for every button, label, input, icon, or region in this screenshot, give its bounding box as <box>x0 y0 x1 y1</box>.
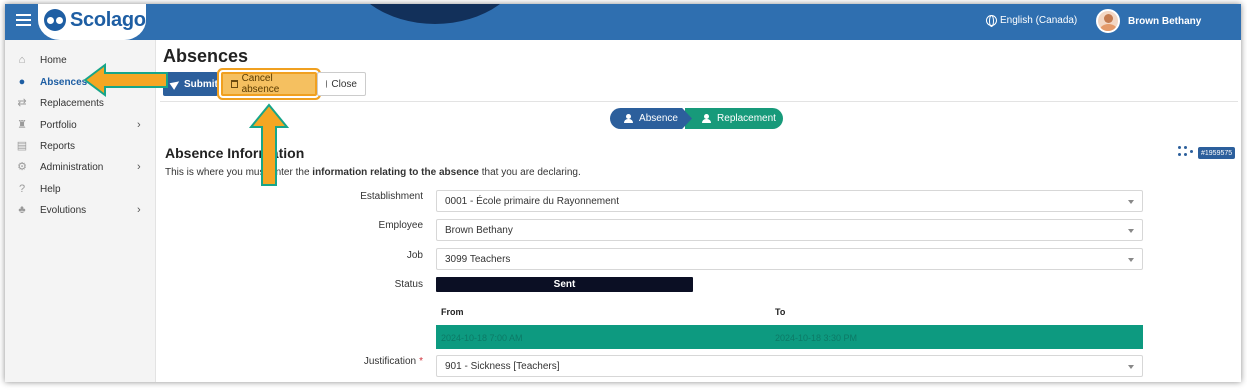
language-label: English (Canada) <box>1000 15 1078 26</box>
trash-icon <box>231 80 238 88</box>
annotation-arrow-up-icon <box>249 103 289 186</box>
justification-label-text: Justification <box>363 356 417 367</box>
desc-bold: information relating to the absence <box>312 167 479 178</box>
sidebar-item-reports[interactable]: ▤ Reports <box>5 136 156 156</box>
app-window: Scolago English (Canada) Brown Bethany ⌂… <box>5 4 1241 382</box>
step-replacement[interactable]: Replacement <box>685 108 783 129</box>
close-label: Close <box>331 78 357 90</box>
sidebar-item-portfolio[interactable]: ♜ Portfolio › <box>5 115 156 135</box>
required-marker: * <box>419 356 423 367</box>
desc-suffix: that you are declaring. <box>479 167 581 178</box>
to-header: To <box>775 307 786 317</box>
sprout-icon: ♣ <box>18 204 26 216</box>
home-icon: ⌂ <box>18 54 26 66</box>
desc-prefix: This is where you must enter the <box>165 167 313 178</box>
header-decoration <box>345 4 525 24</box>
sidebar-item-evolutions[interactable]: ♣ Evolutions › <box>5 200 156 220</box>
section-description: This is where you must enter the informa… <box>165 167 581 178</box>
justification-value: 901 - Sickness [Teachers] <box>445 360 560 372</box>
chevron-right-icon: › <box>137 161 141 173</box>
user-absence-icon: ● <box>18 76 26 88</box>
sidebar-item-label: Evolutions <box>40 204 87 216</box>
page-title: Absences <box>163 46 249 66</box>
establishment-select[interactable]: 0001 - École primaire du Rayonnement <box>436 190 1143 212</box>
cancel-absence-button[interactable]: Cancel absence <box>219 70 319 98</box>
user-icon <box>702 114 712 123</box>
chevron-right-icon: › <box>137 119 141 131</box>
report-icon: ▤ <box>16 140 28 152</box>
user-menu[interactable]: Brown Bethany <box>1096 9 1201 33</box>
sidebar-item-label: Help <box>40 183 61 195</box>
employee-label: Employee <box>378 220 423 231</box>
employee-value: Brown Bethany <box>445 224 513 236</box>
trophy-icon: ♜ <box>17 119 27 131</box>
close-icon <box>326 80 328 88</box>
establishment-label: Establishment <box>360 191 423 202</box>
top-bar: Scolago English (Canada) Brown Bethany <box>5 4 1241 40</box>
step-absence[interactable]: Absence <box>610 108 692 129</box>
sidebar-item-label: Administration <box>40 161 104 173</box>
avatar <box>1096 9 1120 33</box>
logo-text: Scolago <box>70 8 146 31</box>
to-value: 2024-10-18 3:30 PM <box>775 333 858 343</box>
submit-label: Submit <box>184 78 218 90</box>
sidebar-item-administration[interactable]: ⚙ Administration › <box>5 157 156 177</box>
close-button[interactable]: Close <box>317 72 366 96</box>
workflow-icon[interactable] <box>1178 146 1194 158</box>
sidebar-item-label: Absences <box>40 76 88 88</box>
justification-select[interactable]: 901 - Sickness [Teachers] <box>436 355 1143 377</box>
establishment-value: 0001 - École primaire du Rayonnement <box>445 195 619 207</box>
toolbar-divider <box>160 101 1238 102</box>
cancel-absence-label: Cancel absence <box>241 73 280 95</box>
from-header: From <box>441 307 464 317</box>
from-value: 2024-10-18 7:00 AM <box>441 333 523 343</box>
owl-logo-icon <box>44 9 66 31</box>
send-icon <box>169 78 182 90</box>
justification-label: Justification * <box>163 356 423 367</box>
sidebar-item-label: Reports <box>40 140 76 152</box>
user-icon <box>624 114 634 123</box>
app-logo[interactable]: Scolago <box>38 4 146 40</box>
globe-icon <box>986 15 997 27</box>
sidebar-item-label: Home <box>40 54 67 66</box>
submit-button[interactable]: Submit <box>163 72 218 96</box>
job-value: 3099 Teachers <box>445 253 511 265</box>
language-selector[interactable]: English (Canada) <box>986 15 1078 27</box>
status-badge: Sent <box>436 277 693 292</box>
swap-icon: ⇄ <box>17 97 27 109</box>
sidebar-item-help[interactable]: ? Help <box>5 179 156 199</box>
step-label: Absence <box>639 113 678 124</box>
sidebar-item-label: Replacements <box>40 97 104 109</box>
absence-id-badge: #1959575 <box>1198 147 1236 159</box>
job-select[interactable]: 3099 Teachers <box>436 248 1143 270</box>
gear-icon: ⚙ <box>17 161 27 173</box>
progress-steps: Absence Replacement <box>610 108 783 129</box>
user-name: Brown Bethany <box>1128 15 1202 27</box>
question-icon: ? <box>18 183 26 195</box>
sidebar-item-label: Portfolio <box>40 119 77 131</box>
step-label: Replacement <box>717 113 776 124</box>
menu-toggle-icon[interactable] <box>16 14 31 28</box>
status-label: Status <box>394 279 423 290</box>
chevron-right-icon: › <box>137 204 141 216</box>
employee-select[interactable]: Brown Bethany <box>436 219 1143 241</box>
job-label: Job <box>406 250 423 261</box>
annotation-arrow-left-icon <box>83 63 168 97</box>
